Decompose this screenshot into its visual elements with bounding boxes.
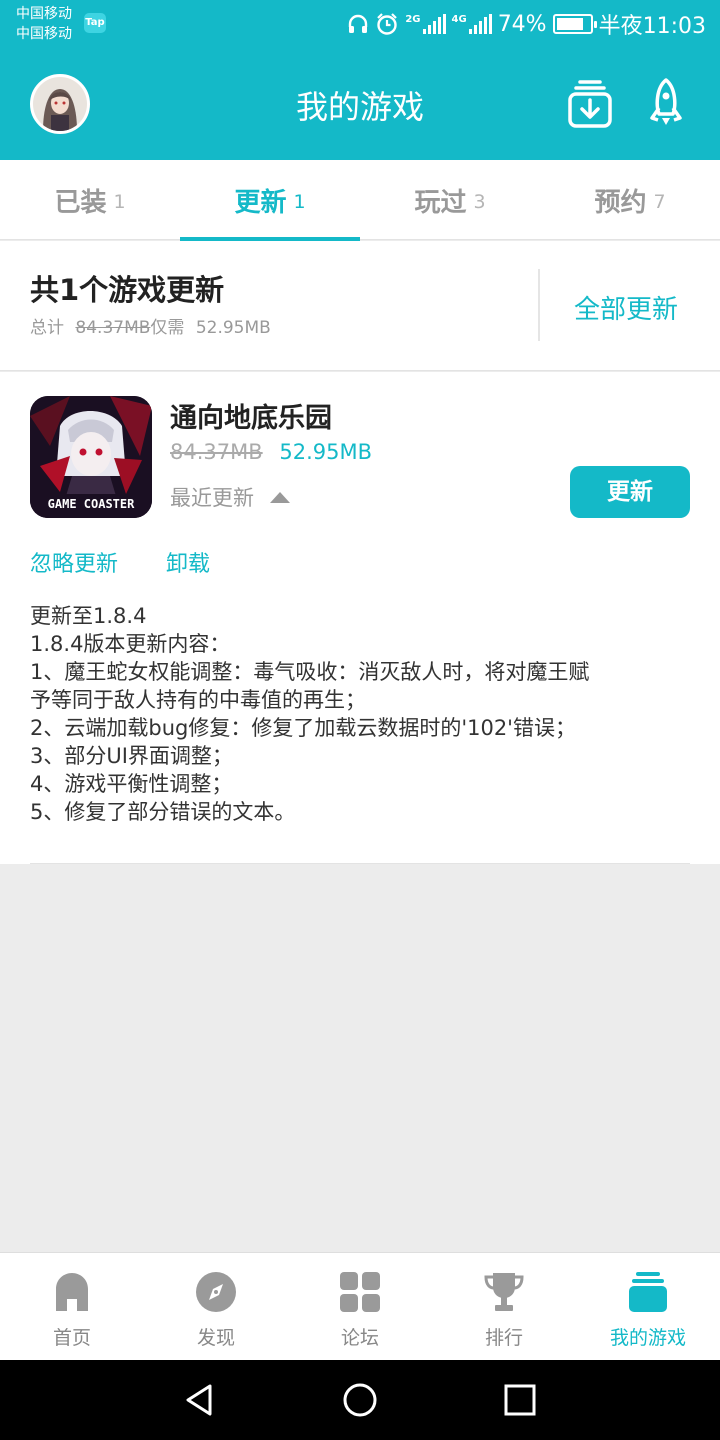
tab-label: 更新 bbox=[234, 187, 287, 218]
battery-percent: 74% bbox=[497, 11, 547, 37]
signal-sim2-icon: 4G bbox=[452, 14, 492, 35]
game-update-card: GAME COASTER 通向地底乐园 84.37MB 52.95MB 最近更新… bbox=[0, 372, 720, 864]
alarm-icon bbox=[375, 12, 399, 36]
page-title: 我的游戏 bbox=[295, 88, 424, 126]
need-size: 52.95MB bbox=[195, 318, 271, 338]
game-icon-caption: GAME COASTER bbox=[48, 497, 135, 511]
release-notes: 更新至1.8.4 1.8.4版本更新内容： 1、魔王蛇女权能调整：毒气吸收：消灭… bbox=[30, 602, 690, 826]
caret-up-icon bbox=[270, 491, 290, 503]
ignore-update-link[interactable]: 忽略更新 bbox=[30, 546, 118, 578]
clock: 半夜11:03 bbox=[598, 14, 706, 39]
tab-updates[interactable]: 更新 1 bbox=[180, 160, 360, 241]
nav-label: 排行 bbox=[484, 1327, 523, 1349]
nav-label: 首页 bbox=[52, 1327, 91, 1349]
divider bbox=[30, 863, 690, 864]
release-notes-line: 2、云端加载bug修复：修复了加载云数据时的'102'错误； bbox=[30, 716, 576, 740]
update-summary: 共1个游戏更新 总计 84.37MB仅需 52.95MB 全部更新 bbox=[0, 241, 720, 371]
nav-forum[interactable]: 论坛 bbox=[288, 1253, 432, 1361]
new-size: 52.95MB bbox=[279, 440, 372, 464]
headphones-icon bbox=[347, 13, 369, 35]
update-all-button[interactable]: 全部更新 bbox=[574, 289, 678, 326]
total-label: 总计 bbox=[30, 318, 64, 338]
signal-sim1-icon: 2G bbox=[405, 13, 446, 35]
tab-reserved[interactable]: 预约 7 bbox=[540, 160, 720, 240]
total-size: 84.37MB bbox=[75, 318, 151, 338]
download-manager-icon[interactable] bbox=[568, 80, 612, 128]
tab-count: 1 bbox=[113, 190, 126, 213]
home-icon bbox=[52, 1271, 92, 1313]
tab-played[interactable]: 玩过 3 bbox=[360, 160, 540, 240]
summary-title: 共1个游戏更新 bbox=[30, 273, 225, 307]
tap-notification-icon: Tap bbox=[84, 13, 106, 33]
tab-label: 已装 bbox=[54, 187, 107, 218]
battery-icon bbox=[552, 14, 597, 34]
nav-label: 我的游戏 bbox=[609, 1327, 686, 1349]
release-notes-line: 更新至1.8.4 bbox=[30, 604, 147, 628]
carrier-info: 中国移动 中国移动 bbox=[16, 4, 72, 44]
rocket-icon[interactable] bbox=[648, 78, 684, 128]
tab-count: 7 bbox=[653, 190, 666, 213]
trophy-icon bbox=[484, 1271, 524, 1313]
carrier-2: 中国移动 bbox=[16, 26, 72, 42]
release-notes-line: 4、游戏平衡性调整； bbox=[30, 772, 233, 796]
compass-icon bbox=[196, 1271, 236, 1313]
tab-installed[interactable]: 已装 1 bbox=[0, 160, 180, 240]
nav-ranking[interactable]: 排行 bbox=[432, 1253, 576, 1361]
nav-label: 论坛 bbox=[340, 1327, 379, 1349]
release-notes-line: 予等同于敌人持有的中毒值的再生； bbox=[30, 688, 366, 712]
stack-icon bbox=[628, 1271, 668, 1313]
app-bar: 我的游戏 bbox=[0, 48, 720, 160]
game-name[interactable]: 通向地底乐园 bbox=[170, 396, 332, 435]
network-type-2: 4G bbox=[451, 13, 467, 25]
back-icon[interactable] bbox=[180, 1380, 220, 1420]
old-size: 84.37MB bbox=[170, 440, 263, 464]
recent-update-toggle[interactable]: 最近更新 bbox=[170, 482, 290, 512]
tab-bar: 已装 1 更新 1 玩过 3 预约 7 bbox=[0, 160, 720, 241]
tab-label: 玩过 bbox=[414, 187, 467, 218]
status-bar: 中国移动 中国移动 Tap 2G 4G 74% 半夜11:03 bbox=[0, 0, 720, 48]
tab-count: 3 bbox=[473, 190, 486, 213]
release-notes-line: 1、魔王蛇女权能调整：毒气吸收：消灭敌人时，将对魔王赋 bbox=[30, 660, 590, 684]
tab-count: 1 bbox=[293, 190, 306, 213]
release-notes-line: 5、修复了部分错误的文本。 bbox=[30, 800, 296, 824]
update-button[interactable]: 更新 bbox=[570, 466, 690, 518]
status-icons: 2G 4G 74% 半夜11:03 bbox=[347, 0, 706, 48]
only-need-label: 仅需 bbox=[150, 318, 185, 338]
summary-size-info: 总计 84.37MB仅需 52.95MB bbox=[30, 313, 271, 338]
game-sizes: 84.37MB 52.95MB bbox=[170, 440, 372, 464]
nav-my-games[interactable]: 我的游戏 bbox=[576, 1253, 720, 1361]
system-nav-bar bbox=[0, 1360, 720, 1440]
nav-label: 发现 bbox=[196, 1327, 235, 1349]
grid-icon bbox=[340, 1271, 380, 1313]
nav-discover[interactable]: 发现 bbox=[144, 1253, 288, 1361]
uninstall-link[interactable]: 卸载 bbox=[166, 546, 210, 578]
bottom-nav: 首页 发现 论坛 排行 我的游戏 bbox=[0, 1252, 720, 1360]
home-circle-icon[interactable] bbox=[340, 1380, 380, 1420]
recent-update-label: 最近更新 bbox=[170, 486, 254, 510]
recents-square-icon[interactable] bbox=[500, 1380, 540, 1420]
tab-label: 预约 bbox=[594, 187, 647, 218]
divider bbox=[538, 269, 540, 341]
nav-home[interactable]: 首页 bbox=[0, 1253, 144, 1361]
network-type-1: 2G bbox=[405, 13, 421, 25]
release-notes-line: 1.8.4版本更新内容： bbox=[30, 632, 231, 656]
carrier-1: 中国移动 bbox=[16, 6, 72, 22]
release-notes-line: 3、部分UI界面调整； bbox=[30, 744, 233, 768]
game-icon[interactable]: GAME COASTER bbox=[30, 396, 152, 518]
